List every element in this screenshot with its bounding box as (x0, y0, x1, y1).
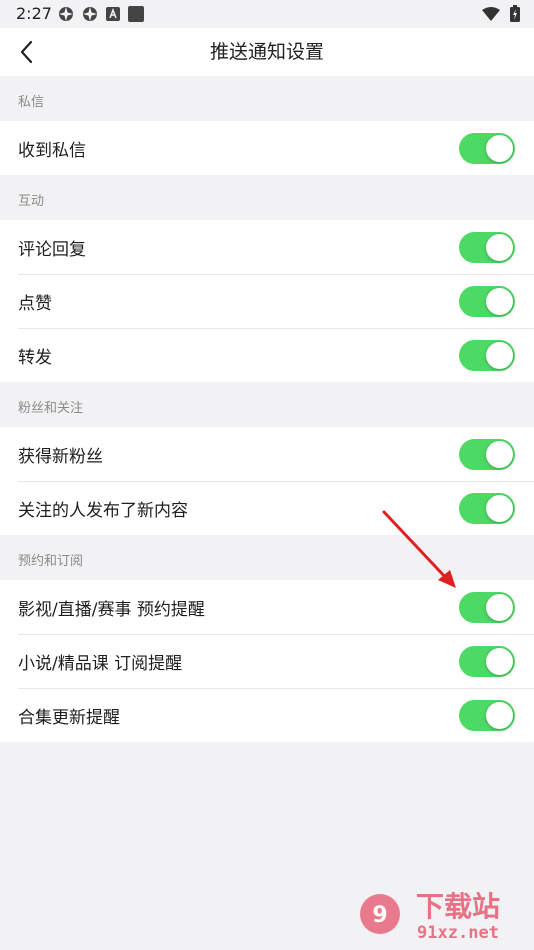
toggle-knob (486, 594, 513, 621)
receive-messages-toggle[interactable] (459, 133, 515, 164)
spinner-icon (59, 7, 73, 21)
status-notification-icons (58, 6, 144, 22)
toggle-knob (486, 441, 513, 468)
a-app-icon (106, 7, 120, 21)
square-icon (128, 6, 144, 22)
spinner-icon (83, 7, 97, 21)
status-time: 2:27 (16, 4, 52, 23)
setting-label: 影视/直播/赛事 预约提醒 (18, 599, 205, 620)
nav-bar: 推送通知设置 (0, 28, 534, 76)
battery-charging-icon (510, 5, 520, 22)
followed-new-content-toggle[interactable] (459, 493, 515, 524)
setting-label: 收到私信 (18, 140, 86, 161)
section-header-fans-follows: 粉丝和关注 (0, 382, 534, 427)
setting-row-subscription-reminder: 小说/精品课 订阅提醒 (0, 634, 534, 688)
reposts-toggle[interactable] (459, 340, 515, 371)
setting-label: 获得新粉丝 (18, 446, 103, 467)
new-fans-toggle[interactable] (459, 439, 515, 470)
reservation-reminder-toggle[interactable] (459, 592, 515, 623)
svg-text:9: 9 (372, 903, 387, 928)
setting-label: 小说/精品课 订阅提醒 (18, 653, 183, 674)
setting-row-receive-messages: 收到私信 (0, 121, 534, 175)
svg-text:91xz.net: 91xz.net (417, 923, 499, 943)
toggle-knob (486, 288, 513, 315)
setting-label: 关注的人发布了新内容 (18, 500, 188, 521)
status-system-icons (482, 5, 520, 22)
toggle-knob (486, 648, 513, 675)
svg-text:下载站: 下载站 (416, 890, 500, 923)
toggle-knob (486, 702, 513, 729)
setting-row-reposts: 转发 (0, 328, 534, 382)
likes-toggle[interactable] (459, 286, 515, 317)
subscription-reminder-toggle[interactable] (459, 646, 515, 677)
setting-label: 评论回复 (18, 239, 86, 260)
setting-label: 点赞 (18, 293, 52, 314)
setting-label: 合集更新提醒 (18, 707, 120, 728)
toggle-knob (486, 495, 513, 522)
toggle-knob (486, 234, 513, 261)
setting-label: 转发 (18, 347, 52, 368)
status-bar: 2:27 (0, 0, 534, 28)
collection-update-toggle[interactable] (459, 700, 515, 731)
annotation-arrow-icon (382, 510, 456, 588)
setting-row-new-fans: 获得新粉丝 (0, 427, 534, 481)
wifi-icon (482, 6, 500, 21)
toggle-knob (486, 342, 513, 369)
settings-list: 私信 收到私信 互动 评论回复 点赞 转发 粉丝和关注 获得新粉丝 关注的人发布… (0, 76, 534, 742)
page-title: 推送通知设置 (209, 41, 324, 63)
toggle-knob (486, 135, 513, 162)
section-header-interactions: 互动 (0, 175, 534, 220)
setting-row-comment-replies: 评论回复 (0, 220, 534, 274)
watermark-logo-icon: 9 下载站 91xz.net (360, 890, 500, 943)
setting-row-likes: 点赞 (0, 274, 534, 328)
comment-replies-toggle[interactable] (459, 232, 515, 263)
section-header-private-messages: 私信 (0, 76, 534, 121)
setting-row-collection-update: 合集更新提醒 (0, 688, 534, 742)
